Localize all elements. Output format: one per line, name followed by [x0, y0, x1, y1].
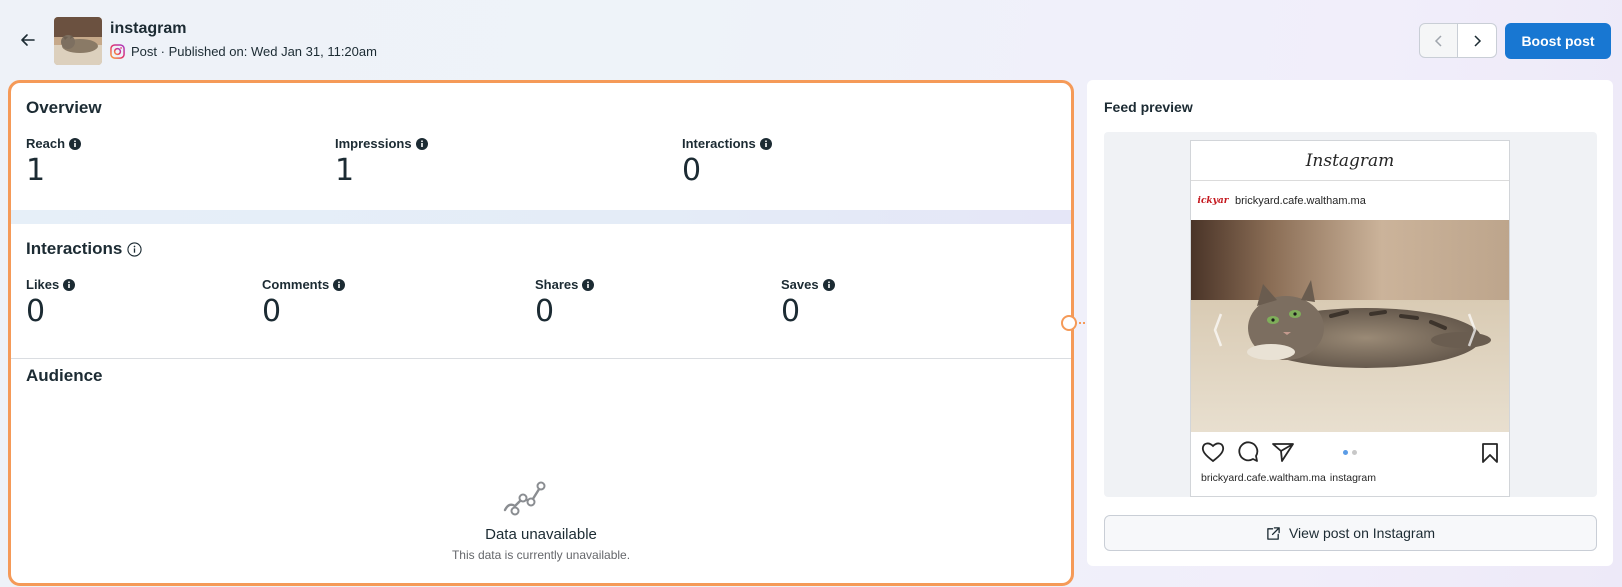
bookmark-icon[interactable]: [1481, 442, 1499, 464]
info-icon[interactable]: [759, 137, 772, 150]
boost-post-button[interactable]: Boost post: [1505, 23, 1611, 59]
previous-post-button[interactable]: [1419, 23, 1458, 58]
overview-title: Overview: [26, 98, 102, 117]
data-unavailable-title: Data unavailable: [485, 526, 597, 543]
shares-value: 0: [535, 294, 555, 329]
caption-username: brickyard.cafe.waltham.ma: [1201, 472, 1326, 484]
audience-title: Audience: [26, 366, 103, 385]
post-author: ickyar brickyard.cafe.waltham.ma: [1191, 181, 1509, 220]
reach-value: 1: [26, 153, 46, 188]
next-post-button[interactable]: [1458, 23, 1497, 58]
saves-label: Saves: [781, 277, 835, 292]
feed-preview-title: Feed preview: [1104, 99, 1193, 115]
data-unavailable-message: This data is currently unavailable.: [451, 548, 631, 562]
author-username: brickyard.cafe.waltham.ma: [1235, 194, 1366, 207]
post-thumbnail: [54, 17, 102, 65]
interactions-value: 0: [682, 153, 702, 188]
interactions-section-title: Interactions: [26, 239, 142, 259]
published-info: Post · Published on: Wed Jan 31, 11:20am: [131, 44, 377, 59]
instagram-wordmark: Instagram: [1191, 141, 1509, 181]
view-on-instagram-button[interactable]: View post on Instagram: [1104, 515, 1597, 551]
feed-preview-panel: Feed preview Instagram ickyar brickyard.…: [1087, 80, 1613, 566]
info-icon[interactable]: [582, 278, 595, 291]
saves-value: 0: [781, 294, 801, 329]
comments-label: Comments: [262, 277, 346, 292]
arrow-left-icon: [21, 34, 35, 46]
section-divider: [11, 358, 1071, 359]
insights-panel: Overview Reach 1 Impressions 1 Interacti…: [8, 80, 1074, 586]
feed-preview-area: Instagram ickyar brickyard.cafe.waltham.…: [1104, 132, 1597, 497]
post-subtitle: Post · Published on: Wed Jan 31, 11:20am: [110, 44, 377, 59]
post-image: [1191, 220, 1509, 432]
comments-value: 0: [262, 294, 282, 329]
info-icon[interactable]: [822, 278, 835, 291]
back-button[interactable]: [18, 30, 38, 50]
info-icon[interactable]: [333, 278, 346, 291]
post-caption: brickyard.cafe.waltham.ma instagram: [1191, 472, 1509, 484]
chart-line-icon: [503, 481, 546, 516]
info-icon[interactable]: [415, 137, 428, 150]
post-navigation: [1419, 23, 1497, 58]
info-icon[interactable]: [69, 137, 82, 150]
callout-anchor: [1061, 315, 1077, 331]
info-icon[interactable]: [63, 278, 76, 291]
chevron-right-icon: [1474, 34, 1482, 47]
view-on-instagram-label: View post on Instagram: [1288, 525, 1436, 541]
interactions-label: Interactions: [682, 136, 772, 151]
shares-label: Shares: [535, 277, 595, 292]
carousel-dots: [1343, 450, 1357, 455]
likes-label: Likes: [26, 277, 76, 292]
post-title: instagram: [110, 20, 187, 37]
carousel-dot: [1352, 450, 1357, 455]
carousel-dot: [1343, 450, 1348, 455]
avatar: ickyar: [1197, 195, 1229, 206]
comment-icon[interactable]: [1237, 441, 1259, 463]
instagram-post-preview: Instagram ickyar brickyard.cafe.waltham.…: [1190, 140, 1510, 497]
cat-photo: [1191, 220, 1509, 432]
instagram-icon: [110, 44, 125, 59]
caption-text: instagram: [1329, 472, 1376, 484]
chevron-left-icon: [1434, 34, 1442, 47]
reach-label: Reach: [26, 136, 82, 151]
likes-value: 0: [26, 294, 46, 329]
info-outline-icon[interactable]: [127, 241, 142, 257]
external-link-icon: [1267, 526, 1280, 540]
share-icon[interactable]: [1271, 441, 1295, 463]
impressions-label: Impressions: [335, 136, 428, 151]
section-separator: [11, 210, 1071, 224]
impressions-value: 1: [335, 153, 355, 188]
heart-icon[interactable]: [1201, 441, 1225, 463]
post-actions: [1191, 432, 1509, 472]
